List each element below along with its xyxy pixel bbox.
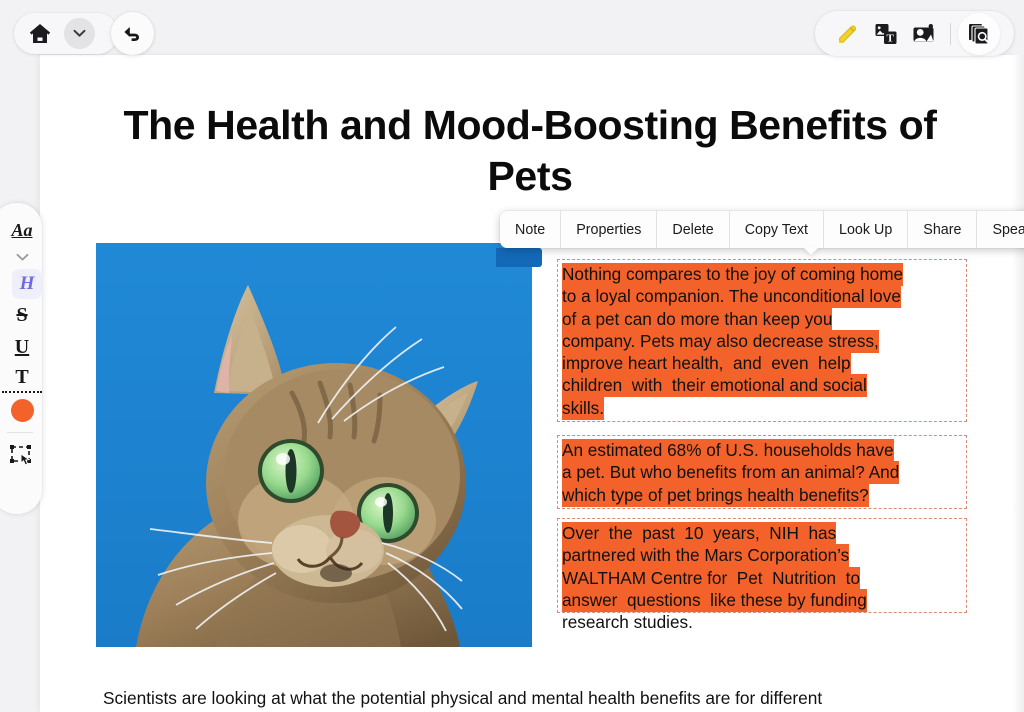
undo-button[interactable]	[111, 12, 154, 55]
cat-photo[interactable]	[96, 243, 532, 647]
sidebar-item-highlight[interactable]: H	[12, 269, 42, 299]
chevron-down-icon	[73, 29, 86, 37]
selection-handle[interactable]	[496, 248, 542, 267]
highlight-span: company. Pets may also decrease stress,	[562, 329, 879, 353]
select-area-hand-icon	[10, 445, 31, 466]
s-strikethrough-icon: S	[16, 303, 28, 326]
paragraph-1[interactable]: Nothing compares to the joy of coming ho…	[557, 259, 967, 423]
image-to-text-button[interactable]: T	[867, 15, 905, 53]
image-to-text-icon: T	[875, 23, 897, 44]
highlight-span: skills.	[562, 396, 605, 420]
highlight-span: to a loyal companion. The unconditional …	[562, 285, 901, 309]
highlighter-button[interactable]	[829, 15, 867, 53]
context-menu-item-properties[interactable]: Properties	[561, 211, 658, 248]
context-menu-item-speak[interactable]: Speak	[977, 211, 1024, 248]
sidebar-item-text[interactable]: T	[2, 363, 42, 393]
highlight-span: Over the past 10 years, NIH has	[562, 521, 837, 545]
person-photo-icon	[913, 23, 934, 41]
search-pages-button[interactable]	[958, 12, 1000, 55]
sidebar-item-select[interactable]	[2, 439, 42, 473]
page-right-edge-shadow	[1012, 55, 1024, 712]
home-icon	[29, 24, 51, 43]
highlight-span: WALTHAM Centre for Pet Nutrition to	[562, 566, 861, 590]
context-menu-item-delete[interactable]: Delete	[657, 211, 730, 248]
h-highlight-icon: H	[19, 273, 35, 294]
context-menu-item-note[interactable]: Note	[500, 211, 562, 248]
paragraph-2[interactable]: An estimated 68% of U.S. households have…	[557, 435, 967, 509]
context-menu[interactable]: Note Properties Delete Copy Text Look Up…	[500, 211, 1024, 255]
highlight-span: An estimated 68% of U.S. households have	[562, 439, 894, 463]
page-stack-search-icon	[968, 24, 989, 45]
highlight-span: improve heart health, and even help	[562, 352, 851, 376]
app-window: The Health and Mood-Boosting Benefits of…	[0, 0, 1024, 712]
highlighter-pen-icon	[838, 25, 857, 43]
paragraph-3[interactable]: Over the past 10 years, NIH has partnere…	[557, 517, 967, 633]
plain-span: research studies.	[562, 612, 693, 633]
sidebar-item-underline[interactable]: U	[2, 331, 42, 363]
context-menu-item-share[interactable]: Share	[908, 211, 978, 248]
highlight-span: partnered with the Mars Corporation’s	[562, 544, 850, 568]
bottom-paragraph: Scientists are looking at what the poten…	[103, 688, 823, 708]
highlight-span: children with their emotional and social	[562, 374, 867, 398]
undo-arrow-icon	[123, 26, 139, 41]
home-dropdown-button[interactable]	[64, 18, 95, 49]
svg-text:T: T	[887, 32, 895, 44]
highlight-span: a pet. But who benefits from an animal? …	[562, 461, 900, 485]
highlighted-text-column[interactable]: Nothing compares to the joy of coming ho…	[557, 259, 967, 649]
context-menu-pointer	[803, 247, 819, 255]
cat-illustration	[96, 243, 532, 647]
sidebar-item-expand[interactable]	[2, 245, 42, 269]
chevron-down-icon	[16, 253, 28, 260]
context-menu-item-copy-text[interactable]: Copy Text	[730, 211, 825, 248]
u-underline-icon: U	[14, 335, 30, 358]
annotation-toolbar: Aa H S U T	[0, 203, 42, 514]
highlight-span: of a pet can do more than keep you	[562, 307, 833, 331]
highlight-span: which type of pet brings health benefits…	[562, 483, 869, 507]
t-text-icon: T	[15, 366, 29, 388]
top-right-toolbar: T	[815, 11, 1014, 56]
toolbar-divider	[950, 22, 951, 45]
describe-image-button[interactable]	[905, 15, 943, 53]
aa-text-style-icon: Aa	[11, 219, 33, 240]
sidebar-item-strikethrough[interactable]: S	[2, 299, 42, 331]
highlight-span: answer questions like these by funding	[562, 588, 867, 612]
home-control-group	[14, 13, 118, 54]
sidebar-item-text-style[interactable]: Aa	[2, 215, 42, 245]
highlight-span: Nothing compares to the joy of coming ho…	[562, 263, 904, 286]
home-button[interactable]	[14, 13, 66, 54]
context-menu-item-look-up[interactable]: Look Up	[824, 211, 909, 248]
color-swatch-icon[interactable]	[11, 399, 34, 422]
toolbar-divider	[7, 432, 33, 433]
page-title: The Health and Mood-Boosting Benefits of…	[123, 102, 937, 199]
